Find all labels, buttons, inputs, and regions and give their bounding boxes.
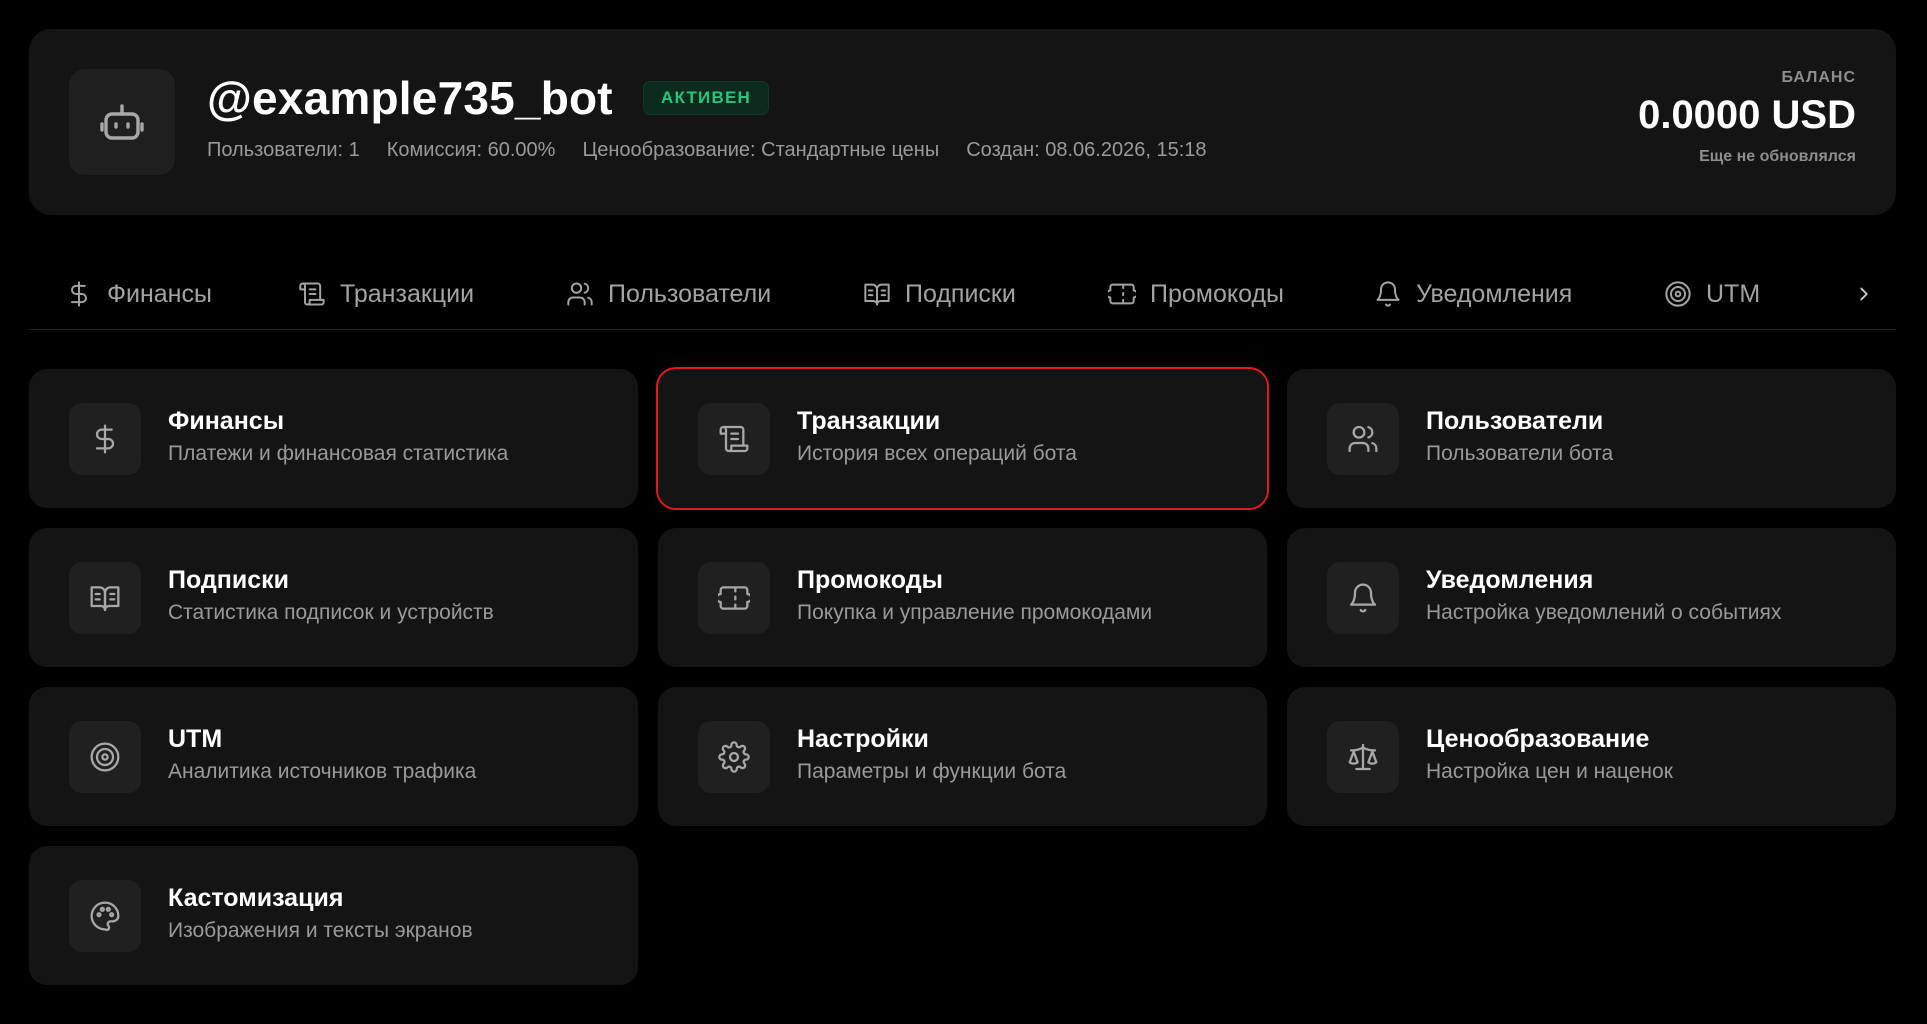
card-title: Финансы <box>168 407 285 435</box>
card-users[interactable]: Пользователи Пользователи бота <box>1287 369 1896 508</box>
balance-block: БАЛАНС 0.0000 USD Еще не обновлялся <box>1638 69 1856 166</box>
meta-commission: Комиссия: 60.00% <box>386 139 556 161</box>
card-description: Настройка уведомлений о событиях <box>1426 601 1782 624</box>
status-badge: АКТИВЕН <box>643 81 769 115</box>
bot-meta: Пользователи: 1 Комиссия: 60.00% Ценообр… <box>207 139 1207 162</box>
card-transactions[interactable]: Транзакции История всех операций бота <box>656 367 1269 510</box>
card-settings[interactable]: Настройки Параметры и функции бота <box>658 687 1267 826</box>
ticket-icon <box>718 586 750 610</box>
card-title: Ценообразование <box>1426 725 1650 753</box>
tab-users[interactable]: Пользователи <box>566 274 771 314</box>
card-subscriptions[interactable]: Подписки Статистика подписок и устройств <box>29 528 638 667</box>
balance-value: 0.0000 USD <box>1638 93 1856 137</box>
book-icon <box>90 586 120 612</box>
users-icon <box>1348 425 1378 453</box>
meta-pricing: Ценообразование: Стандартные цены <box>582 139 940 161</box>
card-icon-box <box>1327 403 1399 475</box>
card-notifications[interactable]: Уведомления Настройка уведомлений о собы… <box>1287 528 1896 667</box>
chevron-right-icon <box>1860 287 1868 301</box>
robot-icon <box>100 104 144 140</box>
card-utm[interactable]: UTM Аналитика источников трафика <box>29 687 638 826</box>
scale-icon <box>1348 743 1378 771</box>
card-icon-box <box>1327 721 1399 793</box>
bot-dashboard: @example735_bot АКТИВЕН Пользователи: 1 … <box>0 0 1927 1024</box>
card-description: Платежи и финансовая статистика <box>168 442 509 465</box>
bell-icon <box>1349 583 1377 613</box>
tabs-scroll-right-button[interactable] <box>1848 278 1880 310</box>
balance-updated: Еще не обновлялся <box>1699 148 1856 165</box>
users-icon <box>567 282 593 306</box>
card-title: Промокоды <box>797 566 943 594</box>
meta-created: Создан: 08.06.2026, 15:18 <box>966 139 1207 161</box>
card-customization[interactable]: Кастомизация Изображения и тексты экрано… <box>29 846 638 985</box>
tab-promocodes[interactable]: Промокоды <box>1108 274 1284 314</box>
card-icon-box <box>698 721 770 793</box>
card-description: Статистика подписок и устройств <box>168 601 494 624</box>
card-pricing[interactable]: Ценообразование Настройка цен и наценок <box>1287 687 1896 826</box>
target-icon <box>1665 281 1691 307</box>
card-description: Покупка и управление промокодами <box>797 601 1153 624</box>
scroll-icon <box>299 282 325 306</box>
tab-label: UTM <box>1706 279 1761 308</box>
tab-label: Транзакции <box>340 279 475 308</box>
card-title: Кастомизация <box>168 884 344 912</box>
card-icon-box <box>69 880 141 952</box>
tab-label: Уведомления <box>1416 279 1573 308</box>
meta-users: Пользователи: 1 <box>207 139 360 161</box>
section-tabs: Финансы Транзакции Пользователи Подписки… <box>29 262 1896 330</box>
bot-header-card: @example735_bot АКТИВЕН Пользователи: 1 … <box>29 29 1896 215</box>
card-title: Уведомления <box>1426 566 1594 594</box>
card-title: Настройки <box>797 725 929 753</box>
card-description: Пользователи бота <box>1426 442 1614 465</box>
card-title: UTM <box>168 725 223 753</box>
card-description: Настройка цен и наценок <box>1426 760 1673 783</box>
card-title: Пользователи <box>1426 407 1604 435</box>
card-title: Транзакции <box>797 407 941 435</box>
card-icon-box <box>698 562 770 634</box>
balance-label: БАЛАНС <box>1781 69 1856 86</box>
card-icon-box <box>69 721 141 793</box>
gear-icon <box>718 741 750 773</box>
card-description: Параметры и функции бота <box>797 760 1067 783</box>
tab-label: Финансы <box>107 279 212 308</box>
card-description: Изображения и тексты экранов <box>168 919 473 942</box>
card-promocodes[interactable]: Промокоды Покупка и управление промокода… <box>658 528 1267 667</box>
tab-subscriptions[interactable]: Подписки <box>863 274 1016 314</box>
card-title: Подписки <box>168 566 290 594</box>
tab-label: Промокоды <box>1150 279 1284 308</box>
card-icon-box <box>69 562 141 634</box>
scroll-icon <box>719 425 749 453</box>
card-description: История всех операций бота <box>797 442 1077 465</box>
card-icon-box <box>698 403 770 475</box>
tab-finances[interactable]: Финансы <box>65 274 212 314</box>
bell-icon <box>1376 281 1400 307</box>
dollar-icon <box>71 281 87 307</box>
card-icon-box <box>1327 562 1399 634</box>
dollar-icon <box>95 424 115 454</box>
tab-label: Пользователи <box>608 279 772 308</box>
card-description: Аналитика источников трафика <box>168 760 477 783</box>
card-finances[interactable]: Финансы Платежи и финансовая статистика <box>29 369 638 508</box>
card-icon-box <box>69 403 141 475</box>
ticket-icon <box>1108 283 1136 305</box>
bot-username: @example735_bot <box>207 72 613 124</box>
tab-transactions[interactable]: Транзакции <box>298 274 474 314</box>
target-icon <box>90 742 120 772</box>
book-icon <box>864 283 890 306</box>
palette-icon <box>90 901 120 932</box>
bot-avatar <box>69 69 175 175</box>
tab-utm[interactable]: UTM <box>1664 274 1760 314</box>
tab-label: Подписки <box>905 279 1016 308</box>
tab-notifications[interactable]: Уведомления <box>1374 274 1572 314</box>
